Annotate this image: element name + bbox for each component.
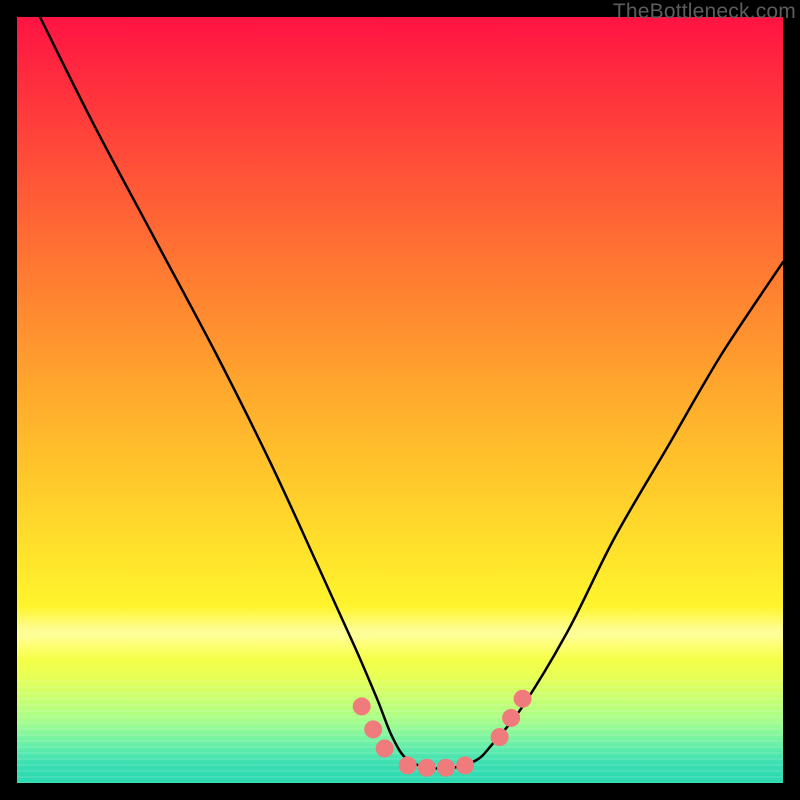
marker-valley-flat-3 [437, 759, 455, 777]
marker-left-cluster-mid [364, 720, 382, 738]
bottleneck-curve [40, 17, 783, 769]
marker-valley-flat-1 [399, 756, 417, 774]
marker-right-cluster-top [514, 690, 532, 708]
marker-valley-flat-2 [418, 759, 436, 777]
marker-valley-flat-4 [456, 756, 474, 774]
marker-right-cluster-mid [502, 709, 520, 727]
marker-right-cluster-bottom [491, 728, 509, 746]
marker-left-cluster-top [353, 697, 371, 715]
chart-frame [17, 17, 783, 783]
chart-svg [17, 17, 783, 783]
marker-left-cluster-bottom [376, 740, 394, 758]
watermark-text: TheBottleneck.com [613, 0, 796, 24]
